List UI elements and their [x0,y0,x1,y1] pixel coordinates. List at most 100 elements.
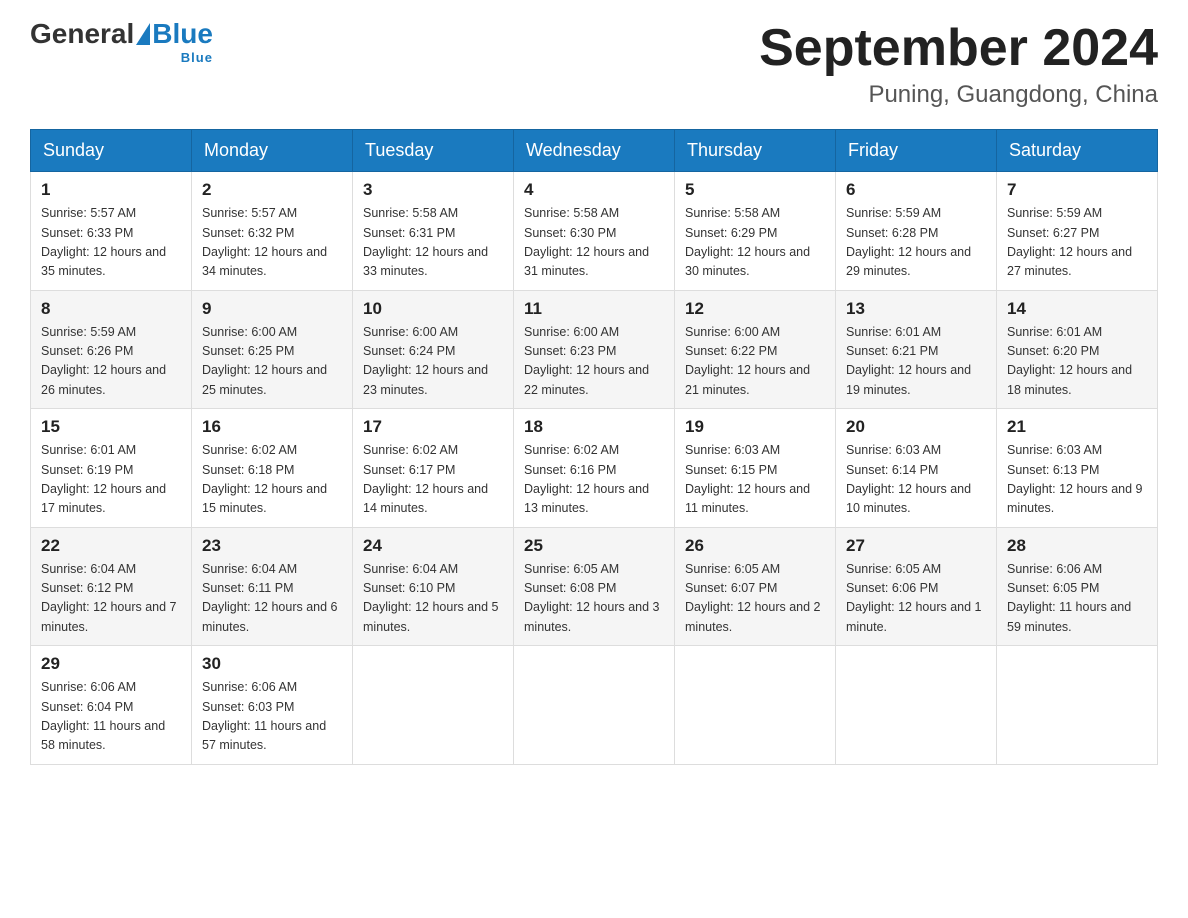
day-info: Sunrise: 6:05 AMSunset: 6:08 PMDaylight:… [524,560,664,638]
day-number: 11 [524,299,664,319]
day-number: 22 [41,536,181,556]
table-row: 4 Sunrise: 5:58 AMSunset: 6:30 PMDaylight… [514,172,675,291]
day-number: 10 [363,299,503,319]
col-thursday: Thursday [675,130,836,172]
logo-blue-text: Blue [152,20,213,48]
table-row: 29 Sunrise: 6:06 AMSunset: 6:04 PMDayligh… [31,646,192,765]
day-info: Sunrise: 6:00 AMSunset: 6:24 PMDaylight:… [363,323,503,401]
table-row: 18 Sunrise: 6:02 AMSunset: 6:16 PMDayligh… [514,409,675,528]
table-row: 10 Sunrise: 6:00 AMSunset: 6:24 PMDayligh… [353,290,514,409]
calendar-week-row: 15 Sunrise: 6:01 AMSunset: 6:19 PMDayligh… [31,409,1158,528]
table-row: 21 Sunrise: 6:03 AMSunset: 6:13 PMDayligh… [997,409,1158,528]
table-row [353,646,514,765]
day-info: Sunrise: 6:03 AMSunset: 6:13 PMDaylight:… [1007,441,1147,519]
table-row: 11 Sunrise: 6:00 AMSunset: 6:23 PMDayligh… [514,290,675,409]
day-info: Sunrise: 6:04 AMSunset: 6:11 PMDaylight:… [202,560,342,638]
logo-tagline: Blue [181,50,213,65]
day-info: Sunrise: 5:59 AMSunset: 6:28 PMDaylight:… [846,204,986,282]
table-row: 8Sunrise: 5:59 AMSunset: 6:26 PMDaylight… [31,290,192,409]
day-number: 7 [1007,180,1147,200]
col-monday: Monday [192,130,353,172]
day-number: 17 [363,417,503,437]
col-friday: Friday [836,130,997,172]
day-info: Sunrise: 6:05 AMSunset: 6:07 PMDaylight:… [685,560,825,638]
table-row: 9Sunrise: 6:00 AMSunset: 6:25 PMDaylight… [192,290,353,409]
day-number: 16 [202,417,342,437]
col-saturday: Saturday [997,130,1158,172]
day-number: 14 [1007,299,1147,319]
day-number: 19 [685,417,825,437]
day-number: 15 [41,417,181,437]
day-info: Sunrise: 6:02 AMSunset: 6:17 PMDaylight:… [363,441,503,519]
day-info: Sunrise: 6:02 AMSunset: 6:16 PMDaylight:… [524,441,664,519]
day-info: Sunrise: 6:04 AMSunset: 6:12 PMDaylight:… [41,560,181,638]
table-row: 1Sunrise: 5:57 AMSunset: 6:33 PMDaylight… [31,172,192,291]
day-info: Sunrise: 6:02 AMSunset: 6:18 PMDaylight:… [202,441,342,519]
calendar-table: Sunday Monday Tuesday Wednesday Thursday… [30,129,1158,765]
table-row: 25 Sunrise: 6:05 AMSunset: 6:08 PMDayligh… [514,527,675,646]
logo-general-text: General [30,20,134,48]
day-number: 23 [202,536,342,556]
day-number: 21 [1007,417,1147,437]
day-info: Sunrise: 6:00 AMSunset: 6:23 PMDaylight:… [524,323,664,401]
day-number: 13 [846,299,986,319]
col-sunday: Sunday [31,130,192,172]
table-row [675,646,836,765]
table-row: 13 Sunrise: 6:01 AMSunset: 6:21 PMDayligh… [836,290,997,409]
day-info: Sunrise: 6:05 AMSunset: 6:06 PMDaylight:… [846,560,986,638]
day-info: Sunrise: 5:58 AMSunset: 6:29 PMDaylight:… [685,204,825,282]
day-info: Sunrise: 6:03 AMSunset: 6:15 PMDaylight:… [685,441,825,519]
table-row: 14 Sunrise: 6:01 AMSunset: 6:20 PMDayligh… [997,290,1158,409]
day-number: 27 [846,536,986,556]
table-row: 5 Sunrise: 5:58 AMSunset: 6:29 PMDaylight… [675,172,836,291]
day-number: 5 [685,180,825,200]
day-info: Sunrise: 5:59 AMSunset: 6:27 PMDaylight:… [1007,204,1147,282]
col-wednesday: Wednesday [514,130,675,172]
page-header: General Blue Blue September 2024 Puning, … [30,20,1158,109]
day-number: 20 [846,417,986,437]
table-row: 23 Sunrise: 6:04 AMSunset: 6:11 PMDayligh… [192,527,353,646]
title-area: September 2024 Puning, Guangdong, China [759,20,1158,109]
page-subtitle: Puning, Guangdong, China [759,81,1158,109]
day-info: Sunrise: 6:01 AMSunset: 6:19 PMDaylight:… [41,441,181,519]
day-number: 6 [846,180,986,200]
day-info: Sunrise: 6:06 AMSunset: 6:04 PMDaylight:… [41,678,181,756]
day-info: Sunrise: 5:58 AMSunset: 6:31 PMDaylight:… [363,204,503,282]
day-info: Sunrise: 6:04 AMSunset: 6:10 PMDaylight:… [363,560,503,638]
calendar-week-row: 1Sunrise: 5:57 AMSunset: 6:33 PMDaylight… [31,172,1158,291]
table-row: 17 Sunrise: 6:02 AMSunset: 6:17 PMDayligh… [353,409,514,528]
table-row: 26 Sunrise: 6:05 AMSunset: 6:07 PMDayligh… [675,527,836,646]
day-number: 2 [202,180,342,200]
page-title: September 2024 [759,20,1158,77]
day-info: Sunrise: 6:03 AMSunset: 6:14 PMDaylight:… [846,441,986,519]
day-number: 29 [41,654,181,674]
calendar-week-row: 22 Sunrise: 6:04 AMSunset: 6:12 PMDayligh… [31,527,1158,646]
day-info: Sunrise: 6:00 AMSunset: 6:22 PMDaylight:… [685,323,825,401]
table-row: 19 Sunrise: 6:03 AMSunset: 6:15 PMDayligh… [675,409,836,528]
day-number: 18 [524,417,664,437]
day-number: 25 [524,536,664,556]
day-info: Sunrise: 6:06 AMSunset: 6:03 PMDaylight:… [202,678,342,756]
day-info: Sunrise: 6:00 AMSunset: 6:25 PMDaylight:… [202,323,342,401]
day-number: 1 [41,180,181,200]
day-number: 12 [685,299,825,319]
day-number: 4 [524,180,664,200]
day-number: 24 [363,536,503,556]
day-number: 28 [1007,536,1147,556]
calendar-header-row: Sunday Monday Tuesday Wednesday Thursday… [31,130,1158,172]
day-number: 30 [202,654,342,674]
table-row: 28Sunrise: 6:06 AMSunset: 6:05 PMDayligh… [997,527,1158,646]
day-info: Sunrise: 5:57 AMSunset: 6:32 PMDaylight:… [202,204,342,282]
col-tuesday: Tuesday [353,130,514,172]
table-row: 22 Sunrise: 6:04 AMSunset: 6:12 PMDayligh… [31,527,192,646]
day-info: Sunrise: 6:01 AMSunset: 6:21 PMDaylight:… [846,323,986,401]
table-row: 30 Sunrise: 6:06 AMSunset: 6:03 PMDayligh… [192,646,353,765]
day-info: Sunrise: 5:58 AMSunset: 6:30 PMDaylight:… [524,204,664,282]
table-row: 2 Sunrise: 5:57 AMSunset: 6:32 PMDaylight… [192,172,353,291]
logo-triangle-icon [136,23,150,45]
table-row: 24 Sunrise: 6:04 AMSunset: 6:10 PMDayligh… [353,527,514,646]
table-row: 16 Sunrise: 6:02 AMSunset: 6:18 PMDayligh… [192,409,353,528]
day-number: 26 [685,536,825,556]
table-row: 3Sunrise: 5:58 AMSunset: 6:31 PMDaylight… [353,172,514,291]
day-info: Sunrise: 6:01 AMSunset: 6:20 PMDaylight:… [1007,323,1147,401]
